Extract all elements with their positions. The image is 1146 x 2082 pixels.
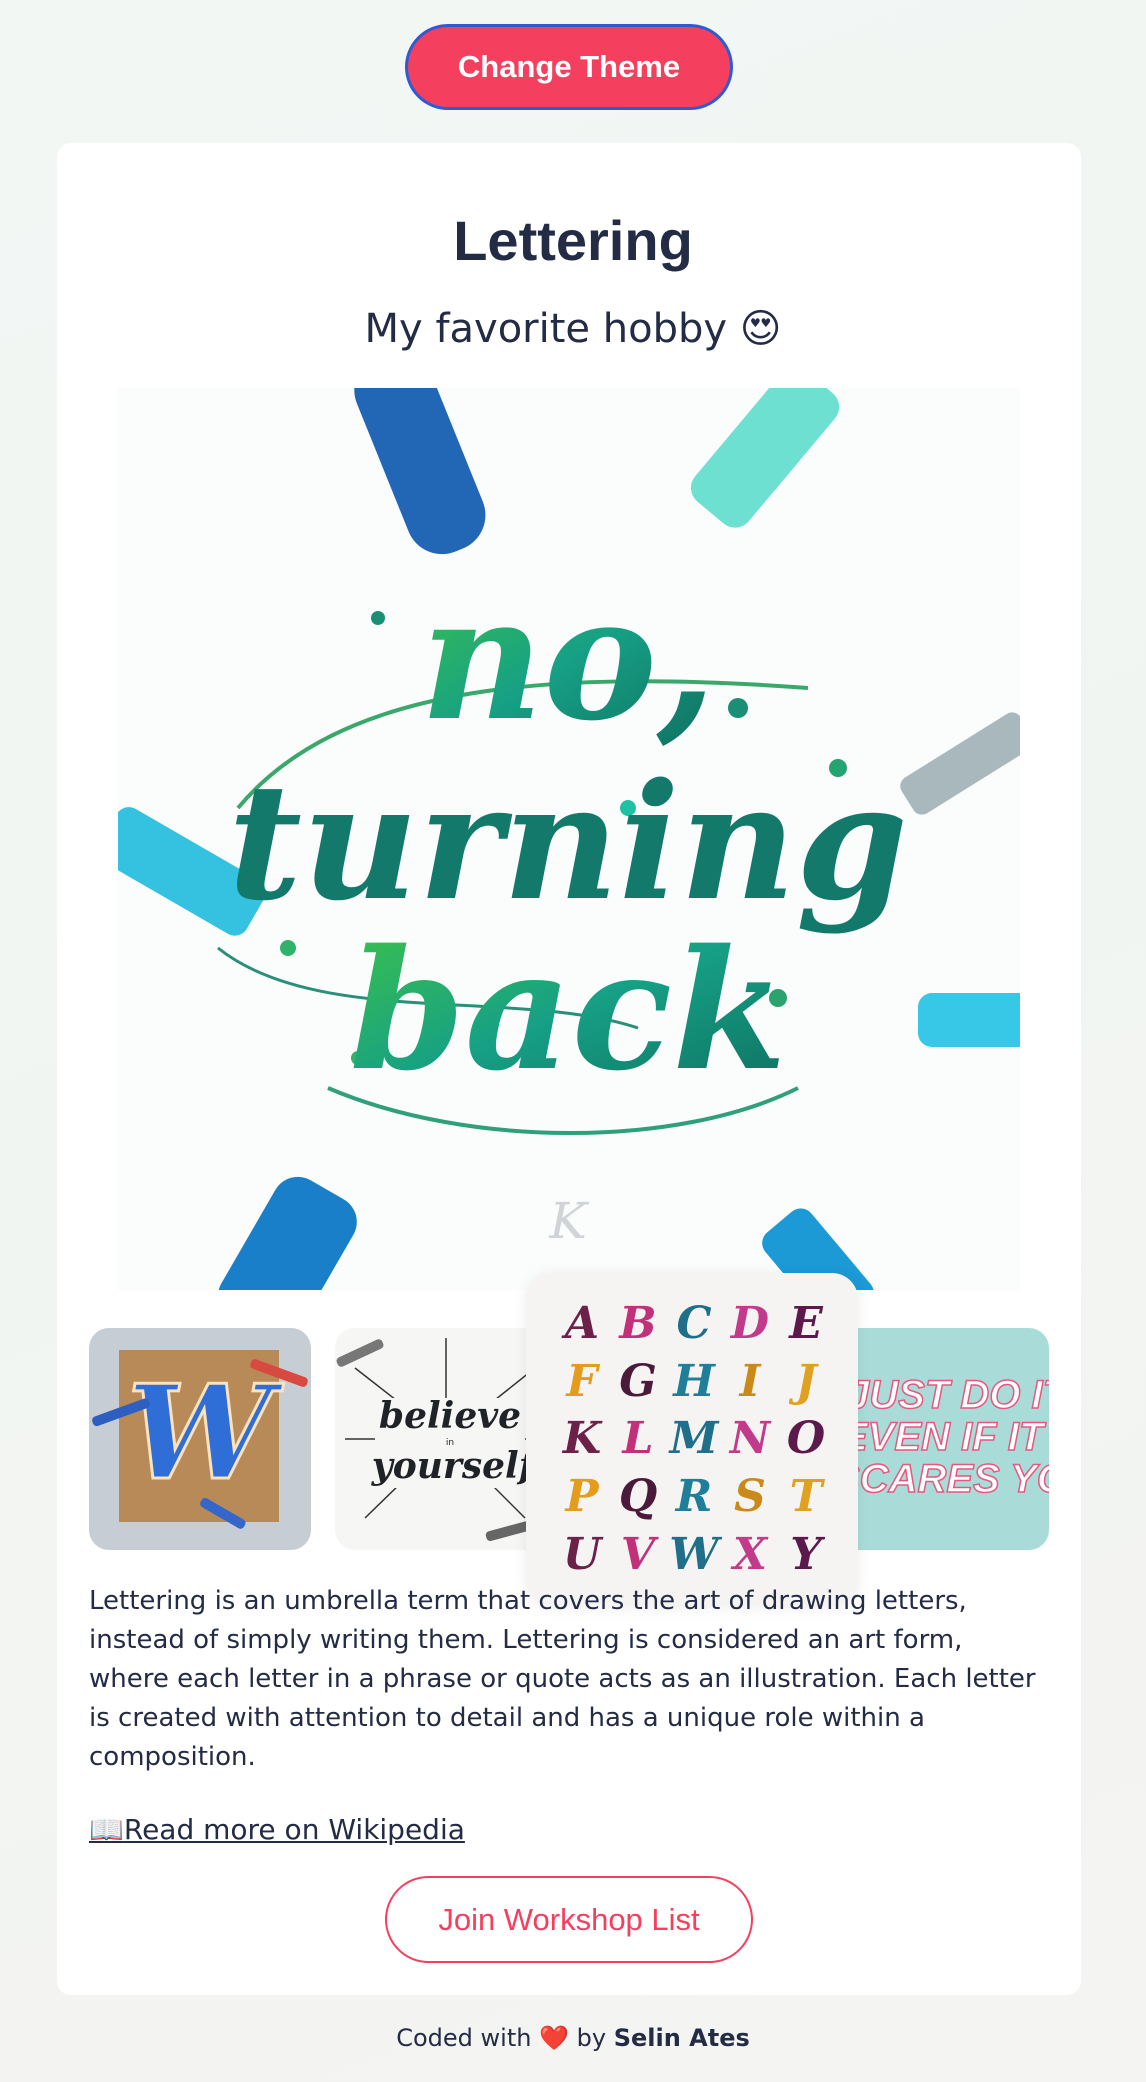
believe-line-3: yourself — [371, 1445, 540, 1487]
alphabet-letter-q: Q — [618, 1471, 658, 1523]
alphabet-letter-i: I — [739, 1355, 761, 1407]
alphabet-letter-l: L — [622, 1413, 654, 1465]
hero-line-3: back — [349, 913, 786, 1107]
alphabet-letter-p: P — [565, 1471, 599, 1523]
alphabet-letter-t: T — [789, 1471, 823, 1523]
alphabet-grid: ABCDE FGHIJ KLMNO PQRST UVWXY — [554, 1295, 834, 1583]
subtitle: My favorite hobby 😍 — [364, 306, 782, 352]
believe-illustration: believe in yourself — [336, 1338, 555, 1541]
hero-line-2: turning — [228, 748, 908, 936]
alphabet-letter-j: J — [795, 1355, 817, 1407]
hero-illustration: no, turning back K — [118, 388, 1020, 1290]
just-do-it-line-2: EVEN IF IT — [841, 1415, 1047, 1459]
alphabet-letter-u: U — [562, 1528, 602, 1580]
alphabet-letter-b: B — [619, 1298, 657, 1350]
just-do-it-line-3: SCARES YOU — [833, 1457, 1049, 1501]
footer-prefix: Coded with — [396, 2024, 532, 2052]
alphabet-letter-s: S — [734, 1471, 766, 1523]
thumbnail-alphabet-hovered[interactable]: ABCDE FGHIJ KLMNO PQRST UVWXY — [526, 1273, 858, 1605]
alphabet-letter-y: Y — [790, 1528, 822, 1580]
thumbnail-just-do-it[interactable]: JUST DO IT EVEN IF IT SCARES YOU — [827, 1328, 1049, 1550]
description-text: Lettering is an umbrella term that cover… — [89, 1586, 1036, 1772]
wikipedia-link[interactable]: 📖Read more on Wikipedia — [89, 1813, 465, 1846]
wikipedia-link-label: Read more on Wikipedia — [123, 1813, 465, 1846]
alphabet-letter-c: C — [676, 1298, 712, 1350]
hero-line-1: no, — [420, 559, 716, 759]
alphabet-letter-w: W — [669, 1528, 719, 1580]
alphabet-letter-v: V — [620, 1528, 656, 1580]
alphabet-letter-m: M — [669, 1413, 719, 1465]
thumbnail-believe-in-yourself[interactable]: believe in yourself — [335, 1328, 557, 1550]
believe-line-1: believe — [379, 1395, 521, 1437]
join-workshop-button[interactable]: Join Workshop List — [385, 1876, 753, 1963]
page-title: Lettering — [453, 209, 693, 272]
change-theme-button[interactable]: Change Theme — [405, 24, 733, 110]
alphabet-letter-o: O — [786, 1413, 826, 1465]
alphabet-letter-d: D — [730, 1298, 770, 1350]
alphabet-letter-x: X — [732, 1528, 768, 1580]
w-glyph: W — [127, 1356, 284, 1509]
author-name: Selin Ates — [613, 2024, 750, 2052]
hero-lettering-image: no, turning back K — [118, 388, 1020, 1290]
pen-top — [354, 388, 840, 555]
lettering-w-illustration: W — [92, 1350, 308, 1529]
alphabet-letter-n: N — [729, 1413, 771, 1465]
alphabet-letter-k: K — [562, 1413, 602, 1465]
alphabet-letter-h: H — [673, 1355, 715, 1407]
heart-icon: ❤️ — [539, 2024, 569, 2052]
watermark-logo: K — [548, 1192, 589, 1250]
just-do-it-line-1: JUST DO IT — [847, 1373, 1049, 1417]
alphabet-letter-f: F — [566, 1355, 598, 1407]
just-do-it-illustration: JUST DO IT EVEN IF IT SCARES YOU — [832, 1372, 1049, 1502]
footer-by: by — [576, 2024, 607, 2052]
book-icon: 📖 — [89, 1813, 124, 1846]
alphabet-letter-e: E — [789, 1298, 823, 1350]
thumbnail-lettering-w[interactable]: W — [89, 1328, 311, 1550]
alphabet-letter-a: A — [564, 1298, 600, 1350]
alphabet-letter-g: G — [619, 1355, 657, 1407]
footer: Coded with ❤️ by Selin Ates — [0, 2024, 1146, 2052]
alphabet-letter-r: R — [675, 1471, 713, 1523]
